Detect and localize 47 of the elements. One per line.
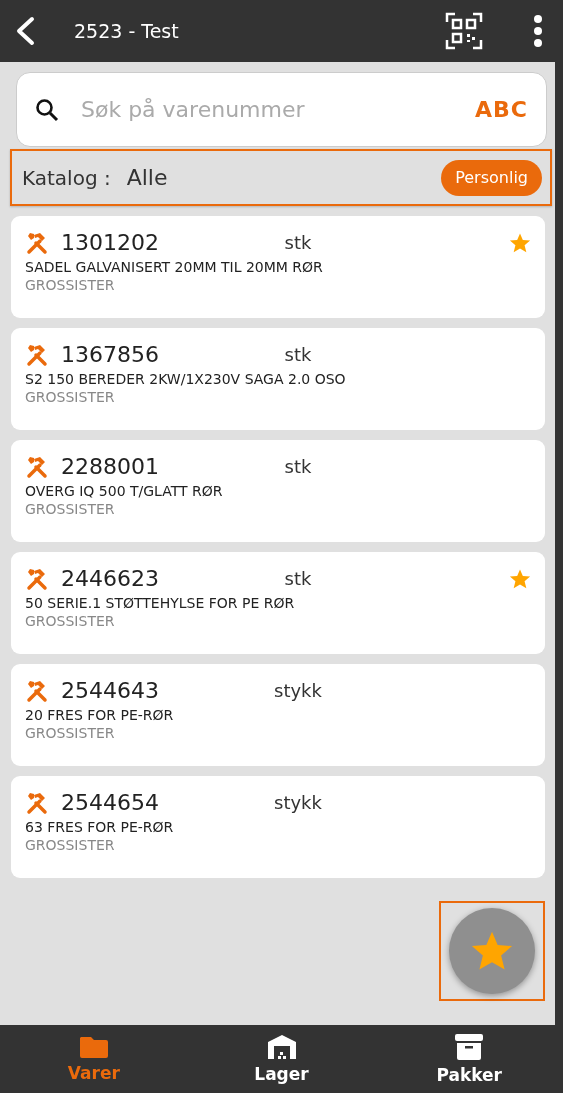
product-number: 1367856 bbox=[61, 342, 160, 367]
product-description: S2 150 BEREDER 2KW/1X230V SAGA 2.0 OSO bbox=[25, 371, 347, 387]
unit-label: stk bbox=[284, 344, 312, 365]
product-number: 1301202 bbox=[61, 230, 160, 255]
product-description: 20 FRES FOR PE-RØR bbox=[25, 707, 175, 723]
product-card[interactable]: 1367856 stk S2 150 BEREDER 2KW/1X230V SAGA 2.0 OSO GROSSISTER bbox=[11, 328, 545, 430]
product-description: 63 FRES FOR PE-RØR bbox=[25, 819, 175, 835]
star-icon bbox=[470, 930, 514, 972]
screen-title: 2523 - Test bbox=[74, 20, 180, 42]
search-icon bbox=[35, 97, 59, 122]
catalog-value: Alle bbox=[126, 165, 169, 190]
nav-tab[interactable]: Lager bbox=[187, 1025, 376, 1093]
product-source: GROSSISTER bbox=[25, 277, 116, 293]
product-source: GROSSISTER bbox=[25, 389, 116, 405]
product-description: OVERG IQ 500 T/GLATT RØR bbox=[25, 483, 224, 499]
warehouse-icon bbox=[266, 1034, 297, 1060]
unit-label: stk bbox=[284, 568, 312, 589]
unit-label: stykk bbox=[274, 792, 322, 813]
product-source: GROSSISTER bbox=[25, 613, 116, 629]
archive-icon bbox=[454, 1033, 485, 1061]
product-card[interactable]: 2544654 stykk 63 FRES FOR PE-RØR GROSSISTER bbox=[11, 776, 545, 878]
tools-icon bbox=[25, 342, 49, 367]
more-options-icon[interactable] bbox=[533, 15, 543, 47]
product-card[interactable]: 2544643 stykk 20 FRES FOR PE-RØR GROSSISTER bbox=[11, 664, 545, 766]
product-card[interactable]: 2446623 stk 50 SERIE.1 STØTTEHYLSE FOR PE RØR GROSSISTER bbox=[11, 552, 545, 654]
product-number: 2288001 bbox=[61, 454, 160, 479]
product-number: 2446623 bbox=[61, 566, 160, 591]
tools-icon bbox=[25, 790, 49, 815]
nav-tab[interactable]: Varer bbox=[0, 1025, 188, 1093]
unit-label: stk bbox=[284, 456, 312, 477]
product-source: GROSSISTER bbox=[25, 837, 116, 853]
tools-icon bbox=[25, 230, 49, 255]
unit-label: stk bbox=[284, 232, 312, 253]
unit-label: stykk bbox=[274, 680, 322, 701]
tools-icon bbox=[25, 678, 49, 703]
catalog-label: Katalog : bbox=[22, 165, 111, 190]
product-card[interactable]: 2288001 stk OVERG IQ 500 T/GLATT RØR GROSSISTER bbox=[11, 440, 545, 542]
product-card[interactable]: 1301202 stk SADEL GALVANISERT 20MM TIL 20MM RØR GROSSISTER bbox=[11, 216, 545, 318]
tools-icon bbox=[25, 454, 49, 479]
qr-code-icon[interactable] bbox=[445, 12, 483, 50]
product-description: 50 SERIE.1 STØTTEHYLSE FOR PE RØR bbox=[25, 595, 296, 611]
product-source: GROSSISTER bbox=[25, 725, 116, 741]
nav-tab[interactable]: Pakker bbox=[375, 1025, 563, 1093]
tools-icon bbox=[25, 566, 49, 591]
product-source: GROSSISTER bbox=[25, 501, 116, 517]
folder-icon bbox=[78, 1035, 109, 1059]
product-description: SADEL GALVANISERT 20MM TIL 20MM RØR bbox=[25, 259, 324, 275]
